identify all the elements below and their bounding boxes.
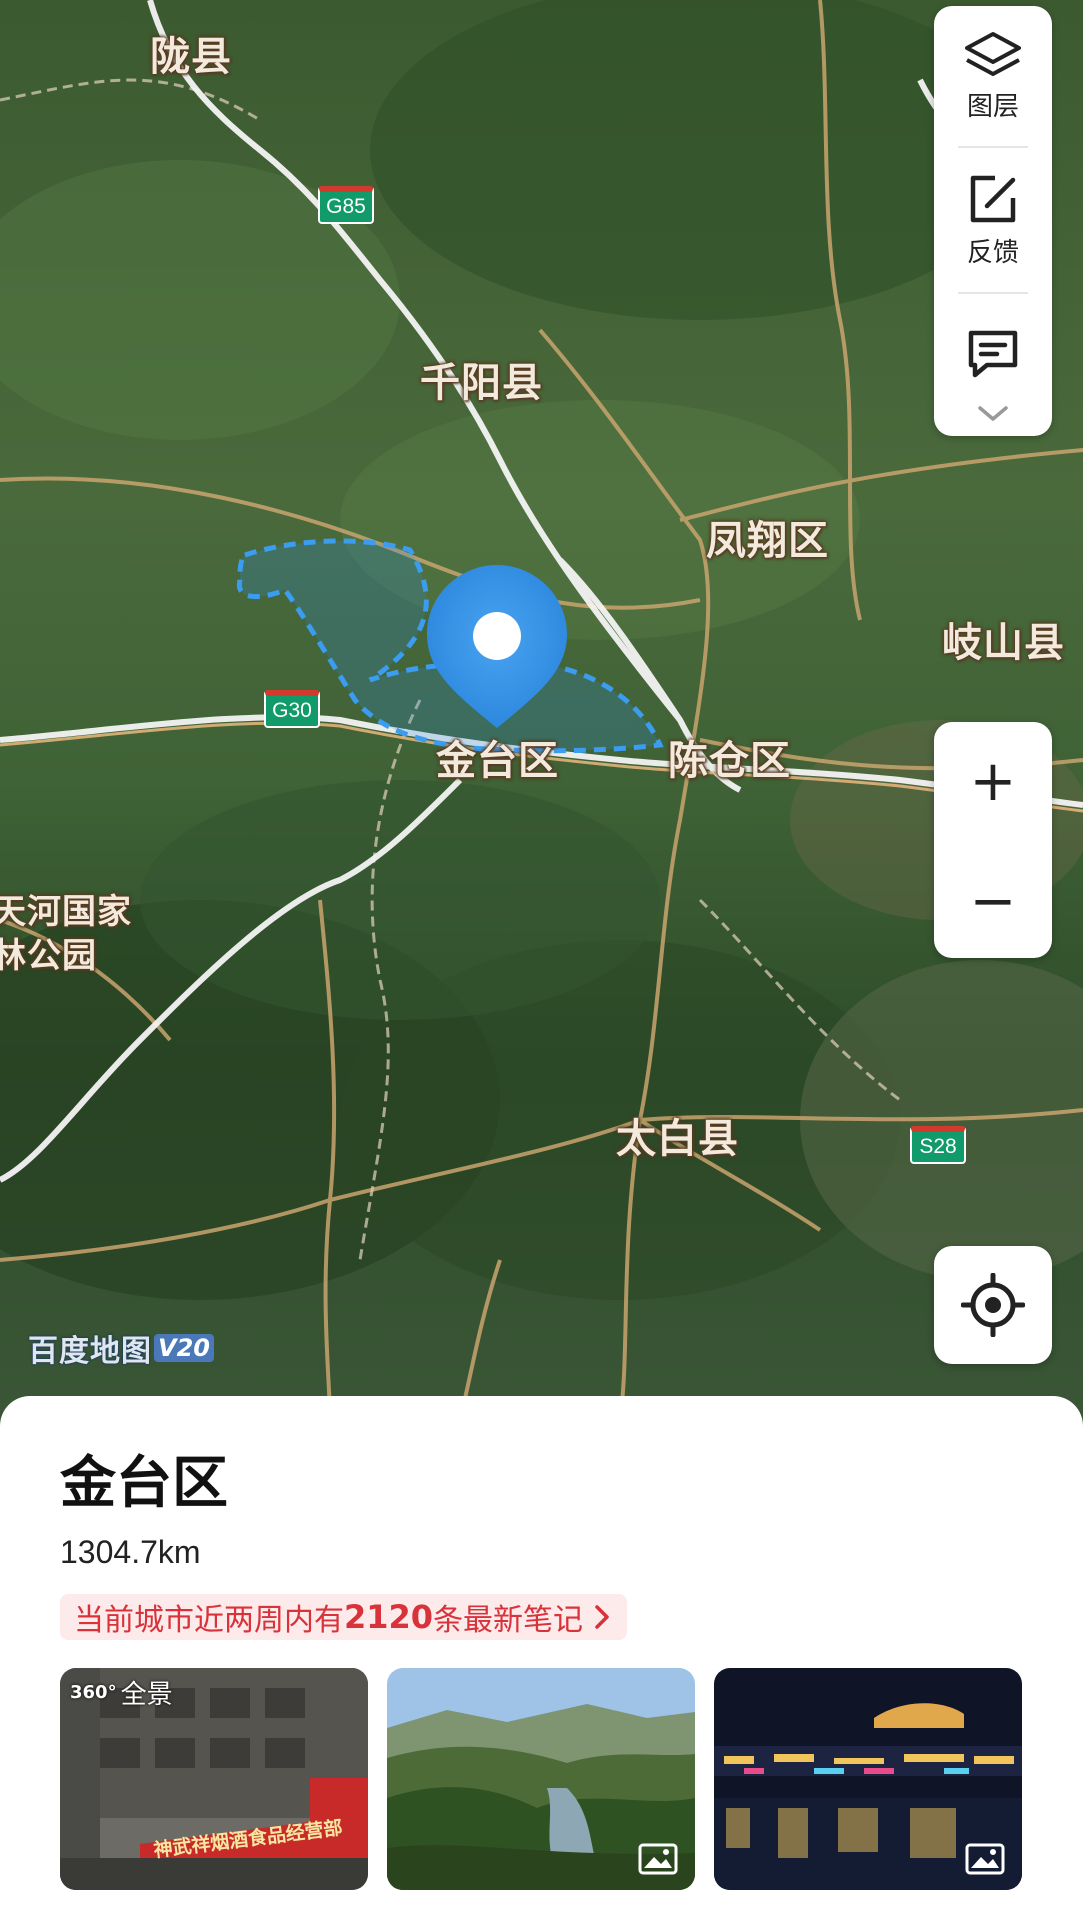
place-info-sheet[interactable]: 金台区 1304.7km 当前城市近两周内有 2120 条最新笔记 360° 全… — [0, 1396, 1083, 1923]
night-scene-photo[interactable] — [714, 1668, 1022, 1890]
landscape-photo[interactable] — [387, 1668, 695, 1890]
zoom-out-icon: − — [969, 868, 1017, 934]
panorama-badge: 360° 全景 — [70, 1680, 173, 1710]
baidu-map-logo: 百度地图 V20 — [28, 1326, 214, 1370]
locate-target-icon — [961, 1273, 1025, 1337]
zoom-in-icon: + — [969, 748, 1017, 814]
image-gallery-icon — [965, 1843, 1005, 1875]
image-gallery-icon — [638, 1843, 678, 1875]
zoom-controls: + − — [934, 722, 1052, 958]
place-label-chencang: 陈仓区 — [668, 738, 791, 784]
place-label-tianhe-line2: 林公园 — [0, 936, 97, 976]
expand-chevron-button[interactable] — [934, 404, 1052, 424]
locate-me-button[interactable] — [934, 1246, 1052, 1364]
highway-shield-g85: G85 — [318, 186, 374, 224]
satellite-map[interactable] — [0, 0, 1083, 1420]
place-label-qishan: 岐山县 — [942, 620, 1065, 666]
panorama-360-icon: 360° — [70, 1682, 117, 1703]
place-label-tianhe-line1: 天河国家 — [0, 892, 132, 932]
layers-label: 图层 — [966, 91, 1019, 122]
layers-icon — [965, 31, 1021, 76]
map-tools-panel: 图层 反馈 — [934, 6, 1052, 436]
zoom-out-button[interactable]: − — [934, 842, 1052, 960]
zoom-in-button[interactable]: + — [934, 722, 1052, 840]
place-label-jintai: 金台区 — [436, 738, 559, 784]
place-label-fengxiang: 凤翔区 — [706, 518, 829, 564]
place-title: 金台区 — [60, 1451, 228, 1516]
place-label-qianyang: 千阳县 — [420, 360, 543, 406]
place-label-taibai: 太白县 — [616, 1116, 739, 1162]
recent-notes-link[interactable]: 当前城市近两周内有 2120 条最新笔记 — [60, 1594, 628, 1640]
chevron-down-icon — [978, 406, 1008, 421]
place-label-longxian: 陇县 — [150, 34, 232, 80]
layers-button[interactable]: 图层 — [934, 6, 1052, 146]
message-icon — [968, 330, 1018, 378]
feedback-edit-icon — [970, 175, 1016, 222]
chevron-right-icon — [595, 1605, 609, 1629]
highway-shield-g30: G30 — [264, 690, 320, 728]
distance-text: 1304.7km — [60, 1534, 201, 1570]
notes-prefix: 当前城市近两周内有 — [74, 1603, 344, 1638]
panorama-photo[interactable]: 360° 全景 神武祥烟酒食品经营部 — [60, 1668, 368, 1890]
notes-count: 2120 — [344, 1598, 434, 1636]
messages-button[interactable] — [934, 294, 1052, 404]
feedback-label: 反馈 — [966, 237, 1019, 268]
notes-suffix: 条最新笔记 — [433, 1603, 584, 1638]
feedback-button[interactable]: 反馈 — [934, 148, 1052, 292]
highway-shield-s28: S28 — [910, 1126, 966, 1164]
